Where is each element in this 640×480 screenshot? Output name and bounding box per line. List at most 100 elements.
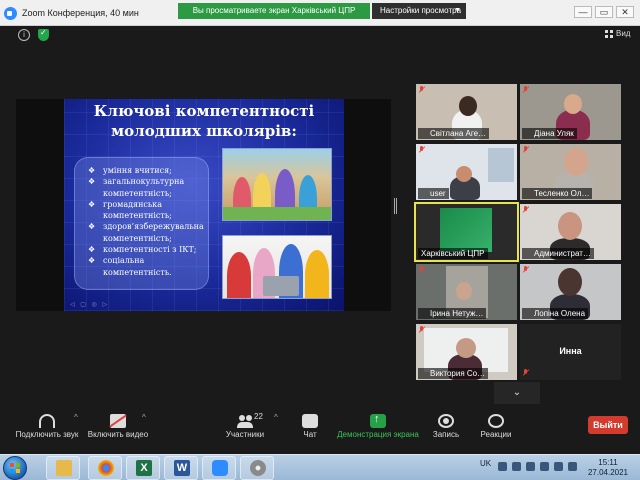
chrome-icon (98, 460, 114, 476)
meeting-toolbar: ^ Подключить звук ^ Включить видео 22 ^ … (0, 410, 640, 454)
gallery-scroll-down-button[interactable]: ⌄ (494, 382, 540, 404)
participant-tile[interactable]: Виктория Со… (416, 324, 517, 380)
participant-name: Діана Уляк (522, 128, 577, 139)
headphones-icon (39, 414, 55, 428)
taskbar-app-chrome[interactable] (88, 456, 122, 480)
splitter-handle[interactable] (394, 198, 397, 214)
participant-tile[interactable]: Діана Уляк (520, 84, 621, 140)
slide-title-line2: молодших школярів: (111, 122, 297, 140)
participants-icon (237, 414, 253, 428)
slide-list: ❖ уміння вчитися; ❖ загальнокультурна комп… (88, 165, 213, 278)
reactions-button[interactable]: Реакции (478, 410, 514, 454)
record-icon (438, 414, 454, 428)
excel-icon: X (136, 460, 152, 476)
grid-view-icon[interactable] (605, 30, 613, 38)
view-button[interactable]: Вид (616, 29, 630, 38)
participant-name: Ірина Нетуж… (418, 308, 487, 319)
share-screen-icon (370, 413, 386, 428)
participant-name: user (418, 188, 449, 199)
slide-list-item: ❖ громадянська компетентність; (88, 199, 172, 221)
zoom-logo-icon (4, 7, 17, 20)
muted-mic-icon (419, 326, 425, 333)
flag-icon[interactable] (526, 462, 535, 471)
slide-title: Ключові компетентності молодших школярів… (64, 101, 344, 141)
presentation-slide: Ключові компетентності молодших школярів… (64, 99, 344, 311)
system-clock[interactable]: 15:11 27.04.2021 (585, 458, 631, 478)
taskbar-app-media[interactable] (240, 456, 274, 480)
muted-mic-icon (523, 86, 529, 93)
minimize-button[interactable]: — (574, 6, 592, 18)
shared-screen: Ключові компетентності молодших школярів… (16, 99, 391, 311)
taskbar-app-word[interactable]: W (164, 456, 198, 480)
view-options-button[interactable]: Настройки просмотра ▼ (372, 3, 466, 19)
muted-mic-icon (523, 369, 529, 376)
participant-name: Виктория Со… (418, 368, 489, 379)
participant-tile[interactable]: Лопіна Олена (520, 264, 621, 320)
slide-list-item: ❖ соціальна компетентність. (88, 256, 172, 277)
smiley-icon (488, 414, 504, 428)
participant-tile[interactable]: user (416, 144, 517, 200)
leave-meeting-button[interactable]: Выйти (588, 416, 628, 434)
power-icon[interactable] (540, 462, 549, 471)
chat-button[interactable]: Чат (292, 410, 328, 454)
muted-mic-icon (523, 146, 529, 153)
diamond-bullet-icon: ❖ (88, 166, 96, 175)
view-options-label: Настройки просмотра (380, 6, 462, 15)
record-button[interactable]: Запись (428, 410, 464, 454)
participant-tile-active-speaker[interactable]: Харківський ЦПР (414, 202, 519, 262)
taskbar-app-excel[interactable]: X (126, 456, 160, 480)
clock-time: 15:11 (598, 458, 618, 467)
muted-mic-icon (419, 266, 425, 273)
window-title: Zoom Конференция, 40 мин (22, 8, 139, 18)
participant-tile[interactable]: Администрат… (520, 204, 621, 260)
restore-button[interactable]: ▭ (595, 6, 613, 18)
muted-mic-icon (419, 86, 425, 93)
chevron-up-icon[interactable]: ^ (74, 413, 78, 422)
muted-mic-icon (523, 266, 529, 273)
taskbar-app-file-explorer[interactable] (46, 456, 80, 480)
slide-list-item: ❖ уміння вчитися; (88, 166, 172, 175)
muted-mic-icon (523, 206, 529, 213)
share-screen-button[interactable]: Демонстрация экрана (336, 410, 420, 454)
window-titlebar: Zoom Конференция, 40 мин Вы просматривае… (0, 0, 640, 26)
share-banner: Вы просматриваете экран Харківський ЦПР (178, 3, 370, 19)
diamond-bullet-icon: ❖ (88, 245, 96, 255)
chat-bubble-icon (302, 414, 318, 428)
participant-tile-video-off[interactable]: Инна (520, 324, 621, 380)
windows-taskbar: X W UK 15:11 27.04.2021 (0, 454, 640, 480)
participant-name: Тесленко Ол… (522, 188, 593, 199)
taskbar-app-zoom[interactable] (202, 456, 236, 480)
participant-tile[interactable]: Ірина Нетуж… (416, 264, 517, 320)
close-button[interactable]: ✕ (616, 6, 634, 18)
diamond-bullet-icon: ❖ (88, 199, 96, 209)
signal-icon[interactable] (554, 462, 563, 471)
slide-navigation-controls[interactable]: ◁ ▢ ◎ ▷ (70, 301, 109, 308)
security-shield-icon[interactable] (38, 28, 49, 41)
help-icon[interactable] (498, 462, 507, 471)
slide-list-item: ❖ здоров’язбережувальна компетентність; (88, 222, 204, 243)
participants-button[interactable]: 22 ^ Участники (220, 410, 278, 454)
participant-tile[interactable]: Тесленко Ол… (520, 144, 621, 200)
participant-name: Инна (559, 346, 582, 356)
start-video-button[interactable]: ^ Включить видео (86, 410, 150, 454)
slide-list-item: ❖ загальнокультурна компетентність; (88, 177, 185, 198)
participants-count: 22 (254, 412, 263, 421)
chevron-up-icon[interactable]: ^ (274, 413, 278, 422)
chevron-down-icon: ▼ (454, 7, 461, 14)
folder-icon (56, 460, 72, 476)
slide-list-item: ❖ компетентності з ІКТ; (88, 245, 197, 255)
chevron-up-icon[interactable]: ^ (142, 413, 146, 422)
video-off-icon (110, 414, 126, 428)
zoom-icon (212, 460, 228, 476)
info-icon[interactable]: i (18, 29, 30, 41)
join-audio-button[interactable]: ^ Подключить звук (14, 410, 80, 454)
participant-tile[interactable]: Світлана Аге… (416, 84, 517, 140)
language-indicator[interactable]: UK (480, 459, 491, 468)
participant-name: Харківський ЦПР (418, 248, 488, 259)
network-icon[interactable] (512, 462, 521, 471)
start-button[interactable] (3, 456, 27, 480)
volume-icon[interactable] (568, 462, 577, 471)
participant-name: Администрат… (522, 248, 594, 259)
diamond-bullet-icon: ❖ (88, 256, 96, 266)
participant-name: Лопіна Олена (522, 308, 589, 319)
